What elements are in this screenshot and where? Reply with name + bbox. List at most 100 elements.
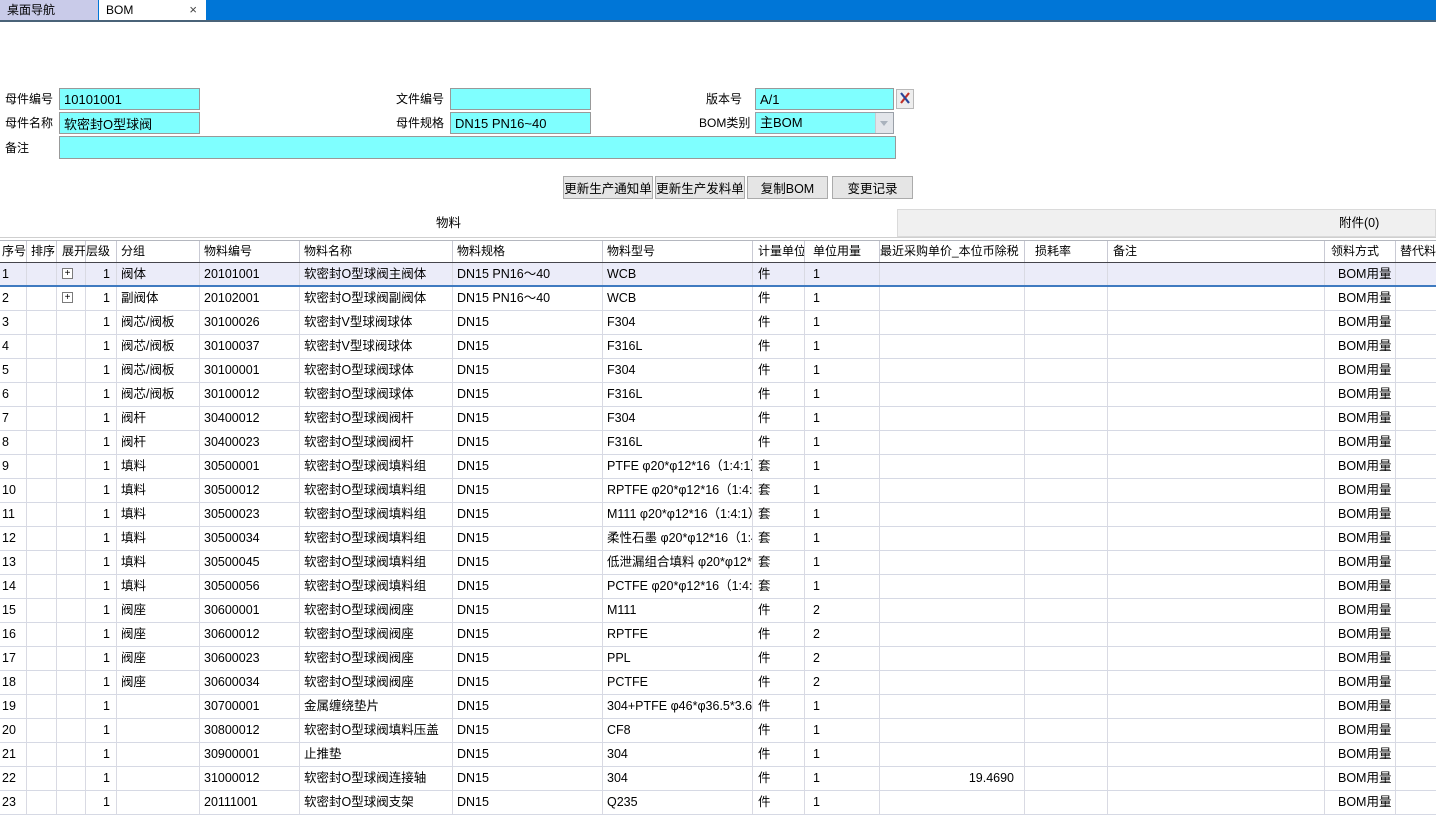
cell-substitute — [1396, 551, 1436, 574]
col-header-material-model[interactable]: 物料型号 — [603, 241, 753, 262]
col-header-picking-method[interactable]: 领料方式 — [1325, 241, 1396, 262]
cell-material-spec: DN15 — [453, 647, 603, 670]
cell-material-model: RPTFE — [603, 623, 753, 646]
col-header-substitute[interactable]: 替代料 — [1396, 241, 1436, 262]
cell-material-model: PTFE φ20*φ12*16（1:4:1） — [603, 455, 753, 478]
cell-loss-rate — [1025, 455, 1108, 478]
cell-sort — [27, 527, 57, 550]
cell-qty-per-unit: 1 — [805, 791, 880, 814]
col-header-seq[interactable]: 序号 — [0, 241, 27, 262]
table-row[interactable]: 131填料30500045软密封O型球阀填料组DN15低泄漏组合填料 φ20*φ… — [0, 551, 1436, 575]
dropdown-button[interactable] — [875, 113, 893, 133]
cell-level: 1 — [86, 599, 117, 622]
cell-material-code: 30100012 — [200, 383, 300, 406]
cell-picking-method: BOM用量 — [1325, 383, 1396, 406]
col-header-qty-per-unit[interactable]: 单位用量 — [805, 241, 880, 262]
cell-note — [1108, 359, 1325, 382]
col-header-sort[interactable]: 排序 — [27, 241, 57, 262]
parent-code-field[interactable] — [59, 88, 200, 110]
tab-bom[interactable]: BOM × — [99, 0, 206, 20]
table-row[interactable]: 19130700001金属缠绕垫片DN15304+PTFE φ46*φ36.5*… — [0, 695, 1436, 719]
cell-unit: 套 — [753, 551, 805, 574]
cell-picking-method: BOM用量 — [1325, 455, 1396, 478]
table-row[interactable]: 81阀杆30400023软密封O型球阀阀杆DN15F316L件1BOM用量 — [0, 431, 1436, 455]
col-header-unit[interactable]: 计量单位 — [753, 241, 805, 262]
cell-seq: 11 — [0, 503, 27, 526]
col-header-level[interactable]: 层级 — [86, 241, 117, 262]
tab-materials[interactable]: 物料 — [0, 209, 897, 237]
col-header-expand[interactable]: 展开 — [57, 241, 86, 262]
table-row[interactable]: 91填料30500001软密封O型球阀填料组DN15PTFE φ20*φ12*1… — [0, 455, 1436, 479]
cell-substitute — [1396, 263, 1436, 285]
table-row[interactable]: 151阀座30600001软密封O型球阀阀座DN15M111件2BOM用量 — [0, 599, 1436, 623]
change-log-button[interactable]: 变更记录 — [832, 176, 913, 199]
cell-loss-rate — [1025, 527, 1108, 550]
col-header-material-spec[interactable]: 物料规格 — [453, 241, 603, 262]
doc-code-field[interactable] — [450, 88, 591, 110]
table-row[interactable]: 41阀芯/阀板30100037软密封V型球阀球体DN15F316L件1BOM用量 — [0, 335, 1436, 359]
cell-substitute — [1396, 791, 1436, 814]
table-row[interactable]: 181阀座30600034软密封O型球阀阀座DN15PCTFE件2BOM用量 — [0, 671, 1436, 695]
col-header-loss-rate[interactable]: 损耗率 — [1025, 241, 1108, 262]
expand-plus-icon[interactable]: + — [62, 268, 73, 279]
table-row[interactable]: 121填料30500034软密封O型球阀填料组DN15柔性石墨 φ20*φ12*… — [0, 527, 1436, 551]
tab-attachments-label[interactable]: 附件(0) — [1339, 209, 1379, 237]
col-header-material-code[interactable]: 物料编号 — [200, 241, 300, 262]
col-header-material-name[interactable]: 物料名称 — [300, 241, 453, 262]
table-row[interactable]: 171阀座30600023软密封O型球阀阀座DN15PPL件2BOM用量 — [0, 647, 1436, 671]
cell-sort — [27, 671, 57, 694]
table-row[interactable]: 101填料30500012软密封O型球阀填料组DN15RPTFE φ20*φ12… — [0, 479, 1436, 503]
cell-seq: 19 — [0, 695, 27, 718]
table-row[interactable]: 20130800012软密封O型球阀填料压盖DN15CF8件1BOM用量 — [0, 719, 1436, 743]
cell-note — [1108, 335, 1325, 358]
cell-material-spec: DN15 — [453, 407, 603, 430]
doc-code-label: 文件编号 — [396, 88, 444, 110]
table-row[interactable]: 21130900001止推垫DN15304件1BOM用量 — [0, 743, 1436, 767]
cell-sort — [27, 791, 57, 814]
cell-recent-purchase-price — [880, 263, 1025, 285]
table-row[interactable]: 141填料30500056软密封O型球阀填料组DN15PCTFE φ20*φ12… — [0, 575, 1436, 599]
cell-material-spec: DN15 PN16～40 — [453, 263, 603, 285]
version-field[interactable] — [755, 88, 894, 110]
copy-bom-button[interactable]: 复制BOM — [747, 176, 828, 199]
cell-group — [117, 767, 200, 790]
cell-picking-method: BOM用量 — [1325, 263, 1396, 285]
parent-name-field[interactable] — [59, 112, 200, 134]
table-row[interactable]: 23120111001软密封O型球阀支架DN15Q235件1BOM用量 — [0, 791, 1436, 815]
col-header-group[interactable]: 分组 — [117, 241, 200, 262]
cell-level: 1 — [86, 623, 117, 646]
table-row[interactable]: 1+1阀体20101001软密封O型球阀主阀体DN15 PN16～40WCB件1… — [0, 263, 1436, 287]
cell-level: 1 — [86, 407, 117, 430]
table-row[interactable]: 31阀芯/阀板30100026软密封V型球阀球体DN15F304件1BOM用量 — [0, 311, 1436, 335]
cell-note — [1108, 455, 1325, 478]
parent-spec-field[interactable] — [450, 112, 591, 134]
cell-level: 1 — [86, 551, 117, 574]
cell-recent-purchase-price — [880, 623, 1025, 646]
parent-code-label: 母件编号 — [5, 88, 53, 110]
cell-note — [1108, 575, 1325, 598]
table-row[interactable]: 2+1副阀体20102001软密封O型球阀副阀体DN15 PN16～40WCB件… — [0, 287, 1436, 311]
table-row[interactable]: 71阀杆30400012软密封O型球阀阀杆DN15F304件1BOM用量 — [0, 407, 1436, 431]
cell-note — [1108, 671, 1325, 694]
remark-field[interactable] — [59, 136, 896, 159]
table-row[interactable]: 161阀座30600012软密封O型球阀阀座DN15RPTFE件2BOM用量 — [0, 623, 1436, 647]
update-production-issue-button[interactable]: 更新生产发料单 — [655, 176, 745, 199]
cell-group: 阀芯/阀板 — [117, 311, 200, 334]
cell-picking-method: BOM用量 — [1325, 479, 1396, 502]
close-icon[interactable]: × — [189, 0, 197, 20]
cell-substitute — [1396, 527, 1436, 550]
table-row[interactable]: 61阀芯/阀板30100012软密封O型球阀球体DN15F316L件1BOM用量 — [0, 383, 1436, 407]
table-row[interactable]: 22131000012软密封O型球阀连接轴DN15304件119.4690BOM… — [0, 767, 1436, 791]
bom-type-select[interactable]: 主BOM — [755, 112, 894, 134]
table-row[interactable]: 51阀芯/阀板30100001软密封O型球阀球体DN15F304件1BOM用量 — [0, 359, 1436, 383]
cell-unit: 套 — [753, 455, 805, 478]
version-maintain-button[interactable] — [896, 89, 914, 109]
col-header-note[interactable]: 备注 — [1108, 241, 1325, 262]
update-production-notice-button[interactable]: 更新生产通知单 — [563, 176, 653, 199]
table-row[interactable]: 111填料30500023软密封O型球阀填料组DN15M111 φ20*φ12*… — [0, 503, 1436, 527]
col-header-recent-purchase-price[interactable]: 最近采购单价_本位币除税 — [880, 241, 1025, 262]
tab-desktop-nav[interactable]: 桌面导航 — [0, 0, 98, 20]
cell-unit: 件 — [753, 407, 805, 430]
expand-plus-icon[interactable]: + — [62, 292, 73, 303]
cell-sort — [27, 695, 57, 718]
